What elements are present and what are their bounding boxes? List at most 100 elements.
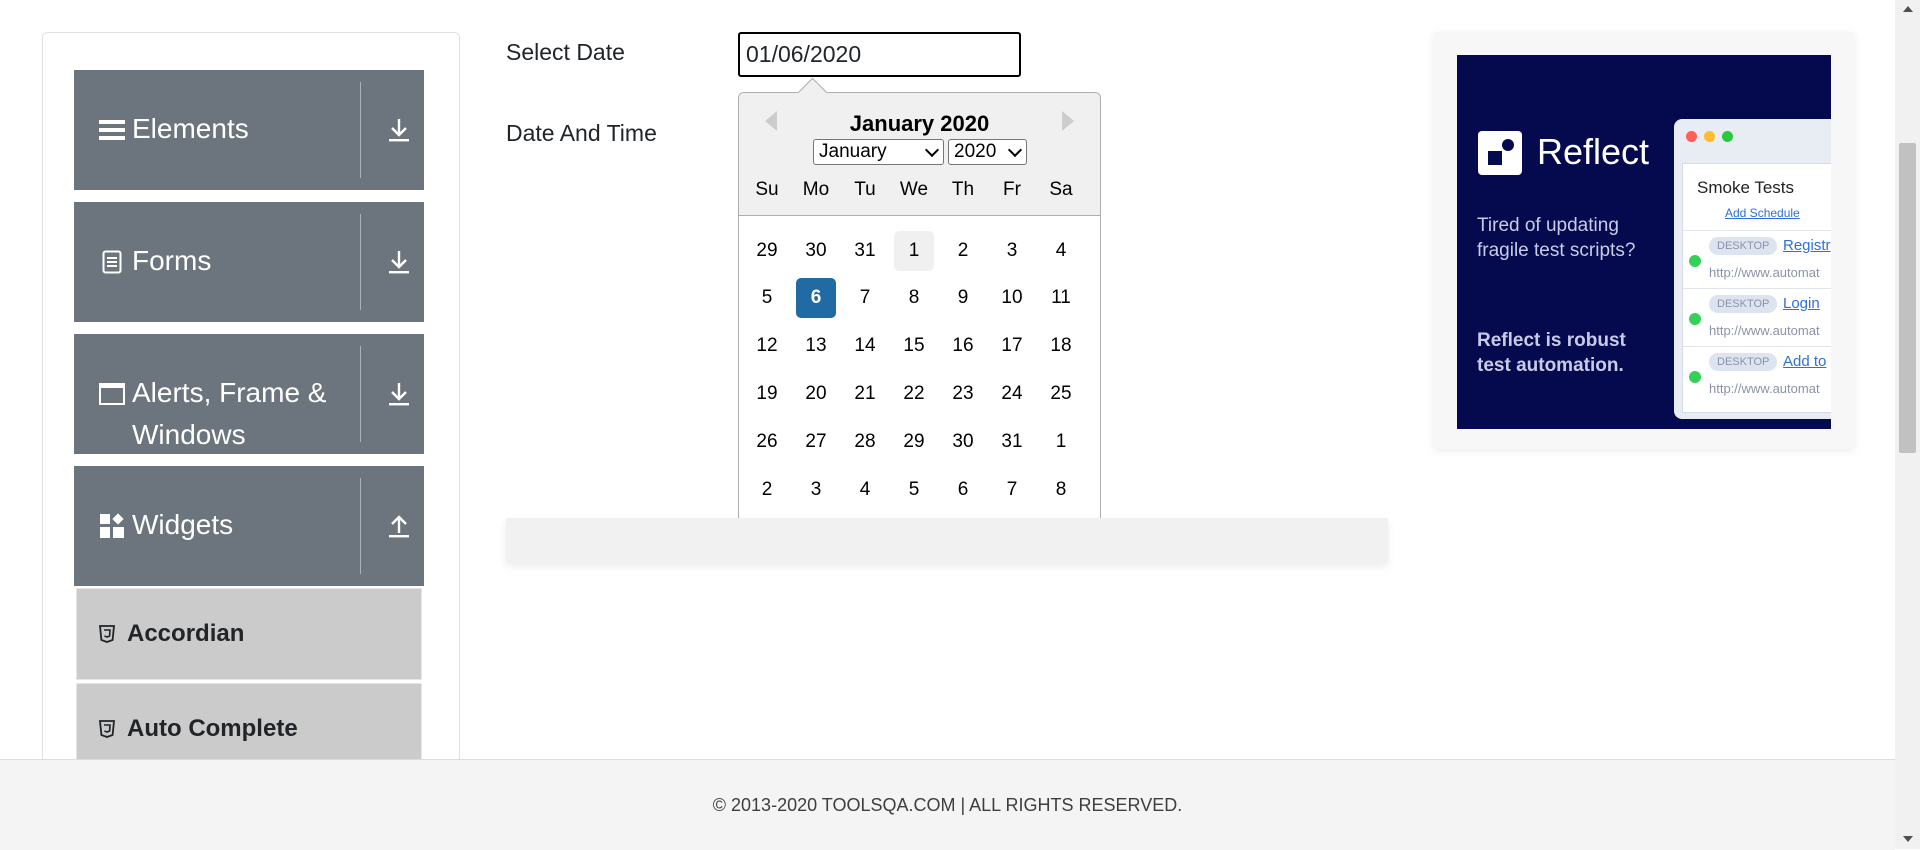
download-arrow-icon[interactable] <box>374 202 424 322</box>
calendar-day[interactable]: 22 <box>894 374 934 414</box>
calendar-day[interactable]: 13 <box>796 326 836 366</box>
test-row: DESKTOP Registr http://www.automat <box>1683 230 1831 289</box>
year-select[interactable]: 2020 <box>948 139 1027 165</box>
next-month-arrow-icon[interactable] <box>1062 111 1074 131</box>
test-link: Registr <box>1783 237 1831 254</box>
sidebar-item-label: Auto Complete <box>127 715 298 742</box>
divider <box>360 346 361 442</box>
calendar-day[interactable]: 4 <box>845 470 885 510</box>
test-row: DESKTOP Add to http://www.automat <box>1683 346 1831 405</box>
sidebar-item-accordian[interactable]: Accordian <box>76 588 422 680</box>
calendar-day[interactable]: 2 <box>943 231 983 271</box>
weekday-header: Fr <box>1003 179 1021 200</box>
scroll-up-arrow-icon[interactable] <box>1903 6 1913 12</box>
calendar-day[interactable]: 1 <box>1041 422 1081 462</box>
html5-icon <box>97 719 117 739</box>
sidebar-group-widgets[interactable]: Widgets <box>74 466 424 586</box>
calendar-day[interactable]: 15 <box>894 326 934 366</box>
calendar-day[interactable]: 17 <box>992 326 1032 366</box>
calendar-day[interactable]: 24 <box>992 374 1032 414</box>
page-scrollbar[interactable] <box>1895 0 1920 849</box>
hamburger-icon <box>98 116 126 144</box>
calendar-day[interactable]: 6 <box>796 278 836 318</box>
calendar-day[interactable]: 16 <box>943 326 983 366</box>
calendar-day[interactable]: 31 <box>845 231 885 271</box>
document-icon <box>98 248 126 276</box>
calendar-day[interactable]: 6 <box>943 470 983 510</box>
window-icon <box>98 380 126 408</box>
footer: © 2013-2020 TOOLSQA.COM | ALL RIGHTS RES… <box>0 759 1895 850</box>
calendar-day[interactable]: 31 <box>992 422 1032 462</box>
weekday-header: Su <box>755 179 779 200</box>
chevron-down-icon <box>924 142 940 158</box>
calendar-day[interactable]: 4 <box>1041 231 1081 271</box>
calendar-day[interactable]: 30 <box>796 231 836 271</box>
divider <box>360 82 361 178</box>
datepicker-popup: January 2020 January 2020 Su Mo Tu We Th Fr Sa… <box>738 77 1101 523</box>
calendar-day[interactable]: 5 <box>894 470 934 510</box>
sidebar-item-label: Accordian <box>127 620 245 647</box>
calendar-day[interactable]: 19 <box>747 374 787 414</box>
calendar-day[interactable]: 28 <box>845 422 885 462</box>
test-link: Login <box>1783 295 1820 312</box>
sidebar-group-label: Alerts, Frame & Windows <box>132 377 327 450</box>
calendar-day[interactable]: 5 <box>747 278 787 318</box>
month-select-value: January <box>819 141 887 162</box>
select-date-label: Select Date <box>506 39 625 65</box>
calendar-day[interactable]: 26 <box>747 422 787 462</box>
smoke-tests-card: Smoke Tests Add Schedule DESKTOP Registr… <box>1682 163 1831 413</box>
reflect-ad[interactable]: Reflect Tired of updating fragile test s… <box>1457 55 1831 429</box>
download-arrow-icon[interactable] <box>374 70 424 190</box>
calendar-day[interactable]: 12 <box>747 326 787 366</box>
divider <box>360 214 361 310</box>
calendar-day[interactable]: 18 <box>1041 326 1081 366</box>
calendar-day[interactable]: 25 <box>1041 374 1081 414</box>
calendar-day[interactable]: 3 <box>992 231 1032 271</box>
ad-browser-mockup: Smoke Tests Add Schedule DESKTOP Registr… <box>1674 119 1831 419</box>
desktop-tag: DESKTOP <box>1709 237 1778 255</box>
calendar-day[interactable]: 3 <box>796 470 836 510</box>
calendar-day[interactable]: 21 <box>845 374 885 414</box>
desktop-tag: DESKTOP <box>1709 295 1778 313</box>
divider <box>360 478 361 574</box>
weekday-header: Th <box>951 179 975 200</box>
month-select[interactable]: January <box>813 139 944 165</box>
weekday-header: We <box>899 179 929 200</box>
sidebar-group-label: Forms <box>132 245 212 276</box>
calendar-day[interactable]: 10 <box>992 278 1032 318</box>
sidebar-group-forms[interactable]: Forms <box>74 202 424 322</box>
test-url: http://www.automat <box>1709 381 1820 396</box>
calendar-day[interactable]: 23 <box>943 374 983 414</box>
calendar-day[interactable]: 8 <box>1041 470 1081 510</box>
ad-tagline: Tired of updating fragile test scripts? <box>1477 215 1636 261</box>
weekday-header: Mo <box>802 179 830 200</box>
scroll-down-arrow-icon[interactable] <box>1903 836 1913 842</box>
banner-placeholder <box>506 518 1388 562</box>
scrollbar-thumb[interactable] <box>1899 143 1916 453</box>
calendar-day[interactable]: 9 <box>943 278 983 318</box>
calendar-day[interactable]: 11 <box>1041 278 1081 318</box>
download-arrow-icon[interactable] <box>374 334 424 454</box>
calendar-day[interactable]: 27 <box>796 422 836 462</box>
calendar-day[interactable]: 14 <box>845 326 885 366</box>
ad-brand: Reflect <box>1537 131 1650 172</box>
calendar-day[interactable]: 29 <box>747 231 787 271</box>
upload-arrow-icon[interactable] <box>374 466 424 586</box>
sidebar-group-label: Elements <box>132 113 249 144</box>
widgets-icon <box>98 512 126 540</box>
datepicker-header: January 2020 January 2020 Su Mo Tu We Th Fr Sa <box>739 93 1100 216</box>
calendar-day[interactable]: 7 <box>845 278 885 318</box>
sidebar-group-alerts[interactable]: Alerts, Frame & Windows <box>74 334 424 454</box>
calendar-day[interactable]: 29 <box>894 422 934 462</box>
calendar-day[interactable]: 30 <box>943 422 983 462</box>
weekday-header: Sa <box>1049 179 1073 200</box>
sidebar-group-elements[interactable]: Elements <box>74 70 424 190</box>
calendar-day[interactable]: 1 <box>894 231 934 271</box>
add-schedule-link: Add Schedule <box>1725 206 1800 220</box>
calendar-day[interactable]: 7 <box>992 470 1032 510</box>
calendar-day[interactable]: 20 <box>796 374 836 414</box>
select-date-input[interactable] <box>738 32 1021 77</box>
calendar-day[interactable]: 2 <box>747 470 787 510</box>
calendar-day[interactable]: 8 <box>894 278 934 318</box>
html5-icon <box>97 624 117 644</box>
